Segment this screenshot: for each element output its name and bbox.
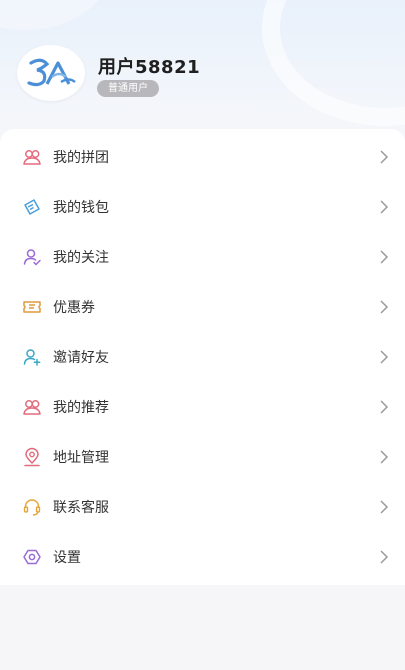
menu-item-invite-friends[interactable]: 邀请好友 — [0, 332, 405, 382]
profile-header: 用户58821 普通用户 — [0, 0, 405, 150]
menu-item-recommendations[interactable]: 我的推荐 — [0, 382, 405, 432]
menu-item-wallet[interactable]: 我的钱包 — [0, 182, 405, 232]
menu-item-label: 地址管理 — [53, 450, 109, 466]
menu-item-label: 优惠券 — [53, 300, 95, 316]
chevron-right-icon — [380, 200, 389, 214]
chevron-right-icon — [380, 250, 389, 264]
menu-item-label: 设置 — [53, 550, 81, 566]
group-icon — [23, 150, 41, 165]
avatar[interactable] — [17, 45, 85, 101]
menu-item-label: 邀请好友 — [53, 350, 109, 366]
chevron-right-icon — [380, 300, 389, 314]
location-icon — [24, 447, 40, 467]
menu-card: 我的拼团 我的钱包 我的关注 优惠券 邀请好友 我的推荐 地址管理 联系客服 设… — [0, 129, 405, 585]
follow-user-icon — [23, 249, 41, 266]
user-level-badge: 普通用户 — [97, 80, 159, 97]
menu-item-address-management[interactable]: 地址管理 — [0, 432, 405, 482]
recommend-users-icon — [23, 400, 41, 415]
chevron-right-icon — [380, 500, 389, 514]
menu-item-label: 我的拼团 — [53, 150, 109, 166]
chevron-right-icon — [380, 350, 389, 364]
menu-item-settings[interactable]: 设置 — [0, 532, 405, 582]
chevron-right-icon — [380, 150, 389, 164]
chevron-right-icon — [380, 450, 389, 464]
menu-item-following[interactable]: 我的关注 — [0, 232, 405, 282]
menu-item-label: 联系客服 — [53, 500, 109, 516]
header-decoration — [0, 0, 110, 30]
chevron-right-icon — [380, 550, 389, 564]
header-decoration-ring — [262, 0, 405, 126]
menu-item-group-buy[interactable]: 我的拼团 — [0, 132, 405, 182]
settings-icon — [23, 549, 41, 565]
menu-item-label: 我的关注 — [53, 250, 109, 266]
menu-item-label: 我的钱包 — [53, 200, 109, 216]
chevron-right-icon — [380, 400, 389, 414]
menu-item-customer-service[interactable]: 联系客服 — [0, 482, 405, 532]
logo-icon — [27, 58, 76, 87]
invite-user-icon — [23, 349, 41, 366]
wallet-icon — [24, 199, 40, 215]
menu-item-label: 我的推荐 — [53, 400, 109, 416]
headset-icon — [23, 499, 41, 516]
username: 用户58821 — [98, 57, 201, 78]
coupon-icon — [23, 301, 41, 313]
menu-item-coupons[interactable]: 优惠券 — [0, 282, 405, 332]
